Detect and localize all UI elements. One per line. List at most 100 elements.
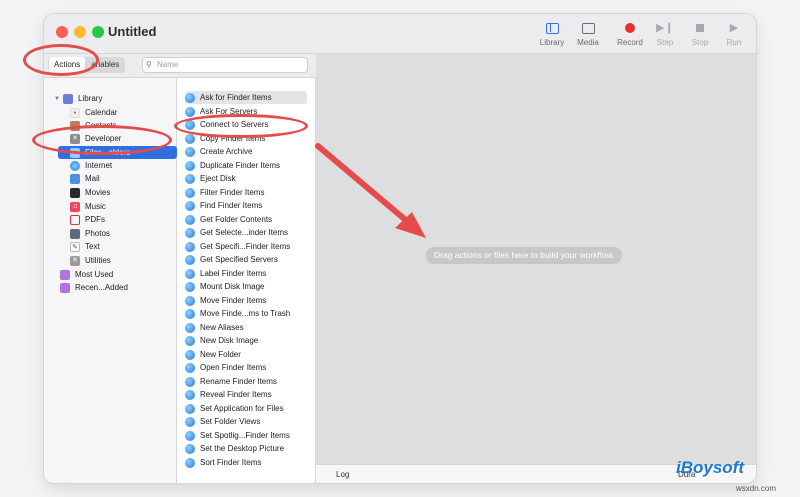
action-item[interactable]: Get Folder Contents xyxy=(185,213,307,226)
smart-folder-icon xyxy=(60,282,70,293)
action-label: Get Specified Servers xyxy=(200,255,278,264)
log-label[interactable]: Log xyxy=(336,470,349,479)
action-item[interactable]: Sort Finder Items xyxy=(185,456,307,469)
finder-icon xyxy=(185,106,195,117)
action-item[interactable]: Eject Disk xyxy=(185,172,307,185)
library-panel: ▼ Library • Calendar Contacts ✕ Develope… xyxy=(44,78,177,483)
music-icon: ♫ xyxy=(70,201,80,212)
search-input[interactable]: ⚲ Name xyxy=(142,57,308,73)
finder-icon xyxy=(185,362,195,373)
action-item[interactable]: Reveal Finder Items xyxy=(185,388,307,401)
action-label: Label Finder Items xyxy=(200,269,267,278)
action-label: Eject Disk xyxy=(200,174,236,183)
action-label: Create Archive xyxy=(200,147,253,156)
run-toolbar-button[interactable]: ▶ Run xyxy=(714,20,754,47)
action-label: Reveal Finder Items xyxy=(200,390,272,399)
action-item[interactable]: Create Archive xyxy=(185,145,307,158)
action-label: Open Finder Items xyxy=(200,363,267,372)
action-label: Mount Disk Image xyxy=(200,282,265,291)
action-item[interactable]: New Folder xyxy=(185,348,307,361)
step-label: Step xyxy=(656,38,674,47)
action-item[interactable]: Get Specifi...Finder Items xyxy=(185,240,307,253)
library-item-label: Developer xyxy=(85,134,122,143)
drop-hint: Drag actions or files here to build your… xyxy=(426,247,623,264)
library-root[interactable]: ▼ Library xyxy=(54,92,187,105)
finder-icon xyxy=(185,389,195,400)
library-item-label: PDFs xyxy=(85,215,105,224)
library-search-bar: Actions ariables ⚲ Name xyxy=(44,54,316,78)
action-label: Ask For Servers xyxy=(200,107,258,116)
action-item[interactable]: Label Finder Items xyxy=(185,267,307,280)
library-toolbar-button[interactable]: Library xyxy=(532,20,572,47)
finder-icon xyxy=(185,173,195,184)
action-item[interactable]: Move Finder Items xyxy=(185,294,307,307)
media-icon xyxy=(581,23,595,34)
action-item[interactable]: Connect to Servers xyxy=(185,118,307,131)
run-icon: ▶ xyxy=(729,22,739,34)
step-toolbar-button[interactable]: ▶❙ Step xyxy=(645,20,685,47)
action-item[interactable]: New Disk Image xyxy=(185,334,307,347)
action-item[interactable]: Open Finder Items xyxy=(185,361,307,374)
page: Untitled Library Media Record ▶❙ Step St… xyxy=(0,0,800,497)
finder-icon xyxy=(185,457,195,468)
action-item[interactable]: Get Selecte...inder Items xyxy=(185,226,307,239)
library-label: Library xyxy=(539,38,565,47)
action-label: Set Folder Views xyxy=(200,417,261,426)
library-item-files-folders[interactable]: Files...olders xyxy=(58,146,177,159)
library-item-label: Music xyxy=(85,202,106,211)
library-folder-icon xyxy=(63,93,73,104)
action-label: Get Selecte...inder Items xyxy=(200,228,289,237)
action-item[interactable]: Duplicate Finder Items xyxy=(185,159,307,172)
action-item[interactable]: Set Application for Files xyxy=(185,402,307,415)
library-item-label: Mail xyxy=(85,174,100,183)
text-icon: ✎ xyxy=(70,241,80,252)
variables-tab[interactable]: ariables xyxy=(85,57,125,73)
finder-icon xyxy=(185,187,195,198)
finder-icon xyxy=(185,268,195,279)
action-item[interactable]: Get Specified Servers xyxy=(185,253,307,266)
smart-group-label: Recen...Added xyxy=(75,283,128,292)
smart-group-recently-added[interactable]: Recen...Added xyxy=(60,281,193,294)
finder-icon xyxy=(185,214,195,225)
finder-icon xyxy=(185,227,195,238)
library-item-label: Text xyxy=(85,242,100,251)
search-placeholder: Name xyxy=(157,60,179,69)
finder-icon xyxy=(185,403,195,414)
stop-label: Stop xyxy=(691,38,709,47)
library-item-fonts-hidden xyxy=(44,146,58,159)
action-label: Move Finder Items xyxy=(200,296,267,305)
zoom-window-button[interactable] xyxy=(92,26,104,38)
action-item[interactable]: Set Spotlig...Finder Items xyxy=(185,429,307,442)
pdf-icon xyxy=(70,214,80,225)
stop-icon xyxy=(696,24,704,32)
finder-icon xyxy=(185,133,195,144)
media-toolbar-button[interactable]: Media xyxy=(568,20,608,47)
record-toolbar-button[interactable]: Record xyxy=(610,20,650,47)
action-item[interactable]: Filter Finder Items xyxy=(185,186,307,199)
action-item[interactable]: Set Folder Views xyxy=(185,415,307,428)
library-icon xyxy=(545,23,559,34)
action-item[interactable]: Move Finde...ms to Trash xyxy=(185,307,307,320)
action-item[interactable]: New Aliases xyxy=(185,321,307,334)
close-window-button[interactable] xyxy=(56,26,68,38)
action-label: Ask for Finder Items xyxy=(200,93,272,102)
actions-tab[interactable]: Actions xyxy=(49,57,86,73)
action-item[interactable]: Copy Finder Items xyxy=(185,132,307,145)
minimize-window-button[interactable] xyxy=(74,26,86,38)
action-label: Find Finder Items xyxy=(200,201,263,210)
library-item-label: Internet xyxy=(85,161,113,170)
finder-icon xyxy=(185,254,195,265)
action-label: Get Folder Contents xyxy=(200,215,273,224)
iboysoft-watermark: iBoysoft xyxy=(676,458,744,477)
action-item[interactable]: Set the Desktop Picture xyxy=(185,442,307,455)
smart-group-most-used[interactable]: Most Used xyxy=(60,268,193,281)
developer-icon: ✕ xyxy=(70,133,80,144)
action-item[interactable]: Find Finder Items xyxy=(185,199,307,212)
action-item[interactable]: Mount Disk Image xyxy=(185,280,307,293)
action-item[interactable]: Ask For Servers xyxy=(185,105,307,118)
action-item[interactable]: Rename Finder Items xyxy=(185,375,307,388)
workflow-area[interactable]: Drag actions or files here to build your… xyxy=(316,54,756,464)
actions-variables-toggle: Actions ariables xyxy=(48,57,126,73)
contacts-icon xyxy=(70,120,80,131)
action-item[interactable]: Ask for Finder Items xyxy=(185,91,307,104)
